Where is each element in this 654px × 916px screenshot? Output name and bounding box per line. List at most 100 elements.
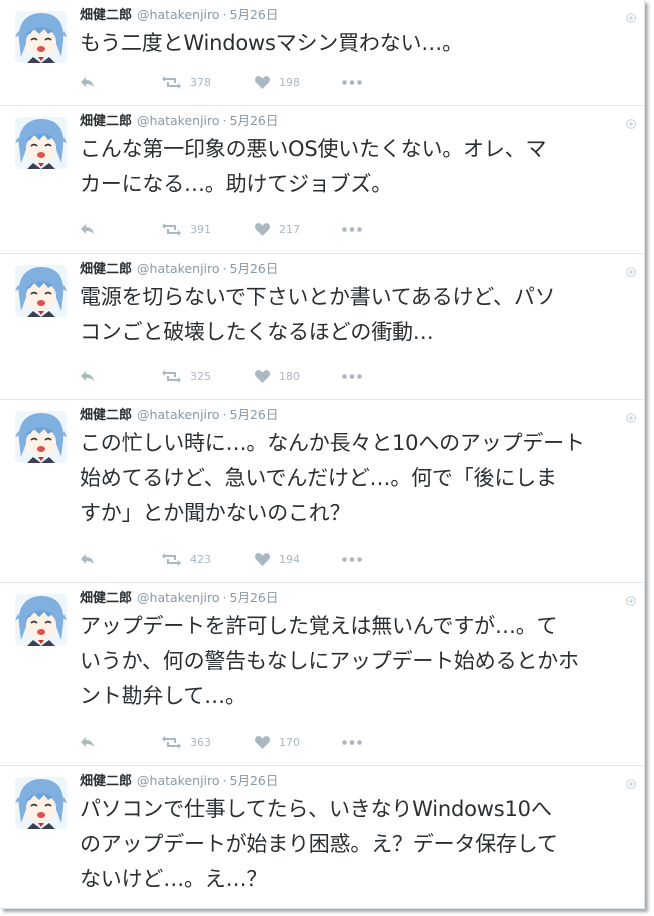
- display-name[interactable]: 畑健二郎: [80, 262, 132, 277]
- tweet-header: 畑健二郎 @hatakenjiro · 5月26日: [80, 589, 278, 607]
- reply-arrow-icon: [80, 736, 95, 748]
- tweet-header: 畑健二郎 @hatakenjiro · 5月26日: [80, 6, 278, 24]
- tweet-actions: 325 180: [80, 366, 400, 386]
- tweet-text: アップデートを許可した覚えは無いんですが…。て いうか、何の警告もなしにアップデー…: [80, 609, 632, 714]
- tweet-text-line: ント勘弁して…。: [80, 684, 246, 708]
- tweet-text-line: 電源を切らないで下さいとか書いてあるけど、パソ: [80, 285, 556, 309]
- more-dots-icon: [342, 79, 362, 85]
- avatar[interactable]: [15, 777, 67, 829]
- tweet-timestamp[interactable]: 5月26日: [230, 7, 279, 22]
- tweet-text-line: いうか、何の警告もなしにアップデート始めるとかホ: [80, 649, 579, 673]
- avatar[interactable]: [15, 594, 67, 646]
- globe-icon: [626, 774, 636, 789]
- tweet-header: 畑健二郎 @hatakenjiro · 5月26日: [80, 406, 278, 424]
- more-button[interactable]: [342, 72, 362, 92]
- tweet-text: 電源を切らないで下さいとか書いてあるけど、パソ コンごと破壊したくなるほどの衝動…: [80, 280, 632, 350]
- tweet-timestamp[interactable]: 5月26日: [230, 407, 279, 422]
- more-button[interactable]: [342, 219, 362, 239]
- tweet-text-line: こんな第一印象の悪いOS使いたくない。オレ、マ: [80, 137, 547, 161]
- tweet-text: もう二度とWindowsマシン買わない…。: [80, 26, 632, 61]
- more-dots-icon: [342, 373, 362, 379]
- tweet-actions: 423 194: [80, 549, 400, 569]
- globe-icon: [626, 8, 636, 23]
- retweet-button[interactable]: 325: [162, 366, 211, 386]
- more-button[interactable]: [342, 732, 362, 752]
- retweet-button[interactable]: 378: [162, 72, 211, 92]
- avatar[interactable]: [15, 11, 67, 63]
- like-button[interactable]: 217: [255, 219, 300, 239]
- retweet-count: 423: [190, 552, 211, 566]
- tweet-header: 畑健二郎 @hatakenjiro · 5月26日: [80, 112, 278, 130]
- user-handle[interactable]: @hatakenjiro: [137, 113, 220, 128]
- heart-icon: [255, 369, 270, 383]
- retweet-button[interactable]: 423: [162, 549, 211, 569]
- reply-arrow-icon: [80, 76, 95, 88]
- tweet-text-line: すか」とか聞かないのこれ？: [80, 501, 351, 525]
- separator: ·: [222, 407, 227, 422]
- tweet-text-line: パソコンで仕事してたら、いきなりWindows10へ: [80, 797, 552, 821]
- reply-button[interactable]: [80, 366, 95, 386]
- avatar[interactable]: [15, 411, 67, 463]
- display-name[interactable]: 畑健二郎: [80, 774, 132, 789]
- tweet-text-line: この忙しい時に…。なんか長々と10へのアップデート: [80, 431, 585, 455]
- retweet-count: 378: [190, 75, 211, 89]
- tweet-timestamp[interactable]: 5月26日: [230, 113, 279, 128]
- separator: ·: [222, 261, 227, 276]
- tweet-text-line: のアップデートが始まり困惑。え？データ保存して: [80, 832, 558, 856]
- retweet-count: 363: [190, 735, 211, 749]
- user-handle[interactable]: @hatakenjiro: [137, 7, 220, 22]
- reply-button[interactable]: [80, 219, 95, 239]
- separator: ·: [222, 7, 227, 22]
- reply-button[interactable]: [80, 549, 95, 569]
- display-name[interactable]: 畑健二郎: [80, 591, 132, 606]
- tweet-timeline: 畑健二郎 @hatakenjiro · 5月26日 もう二度とWindowsマシン買わな…: [0, 0, 645, 909]
- heart-icon: [255, 75, 270, 89]
- heart-icon: [255, 735, 270, 749]
- more-button[interactable]: [342, 366, 362, 386]
- more-dots-icon: [342, 739, 362, 745]
- separator: ·: [222, 590, 227, 605]
- tweet-text-line: もう二度とWindowsマシン買わない…。: [80, 31, 463, 55]
- retweet-icon: [162, 222, 181, 236]
- reply-arrow-icon: [80, 553, 95, 565]
- avatar[interactable]: [15, 117, 67, 169]
- tweet-text: この忙しい時に…。なんか長々と10へのアップデート 始めてるけど、急いでんだけど……: [80, 426, 632, 531]
- like-button[interactable]: 170: [255, 732, 300, 752]
- tweet-timestamp[interactable]: 5月26日: [230, 261, 279, 276]
- display-name[interactable]: 畑健二郎: [80, 8, 132, 23]
- separator: ·: [222, 773, 227, 788]
- user-handle[interactable]: @hatakenjiro: [137, 773, 220, 788]
- retweet-count: 391: [190, 222, 211, 236]
- more-button[interactable]: [342, 549, 362, 569]
- retweet-icon: [162, 552, 181, 566]
- like-button[interactable]: 198: [255, 72, 300, 92]
- tweet-actions: 391 217: [80, 219, 400, 239]
- display-name[interactable]: 畑健二郎: [80, 408, 132, 423]
- tweet-timestamp[interactable]: 5月26日: [230, 590, 279, 605]
- like-count: 198: [279, 75, 300, 89]
- like-count: 180: [279, 369, 300, 383]
- tweet-text-line: カーになる…。助けてジョブズ。: [80, 172, 392, 196]
- tweet-actions: 378 198: [80, 72, 400, 92]
- reply-button[interactable]: [80, 732, 95, 752]
- like-button[interactable]: 194: [255, 549, 300, 569]
- retweet-icon: [162, 75, 181, 89]
- user-handle[interactable]: @hatakenjiro: [137, 590, 220, 605]
- tweet-text: こんな第一印象の悪いOS使いたくない。オレ、マ カーになる…。助けてジョブズ。: [80, 132, 632, 202]
- tweet-text-line: 始めてるけど、急いでんだけど…。何で「後にしま: [80, 466, 557, 490]
- heart-icon: [255, 552, 270, 566]
- retweet-button[interactable]: 363: [162, 732, 211, 752]
- reply-arrow-icon: [80, 223, 95, 235]
- like-button[interactable]: 180: [255, 366, 300, 386]
- display-name[interactable]: 畑健二郎: [80, 114, 132, 129]
- like-count: 194: [279, 552, 300, 566]
- user-handle[interactable]: @hatakenjiro: [137, 407, 220, 422]
- globe-icon: [626, 262, 636, 277]
- avatar[interactable]: [15, 265, 67, 317]
- reply-button[interactable]: [80, 72, 95, 92]
- globe-icon: [626, 114, 636, 129]
- retweet-button[interactable]: 391: [162, 219, 211, 239]
- user-handle[interactable]: @hatakenjiro: [137, 261, 220, 276]
- tweet-header: 畑健二郎 @hatakenjiro · 5月26日: [80, 260, 278, 278]
- tweet-timestamp[interactable]: 5月26日: [230, 773, 279, 788]
